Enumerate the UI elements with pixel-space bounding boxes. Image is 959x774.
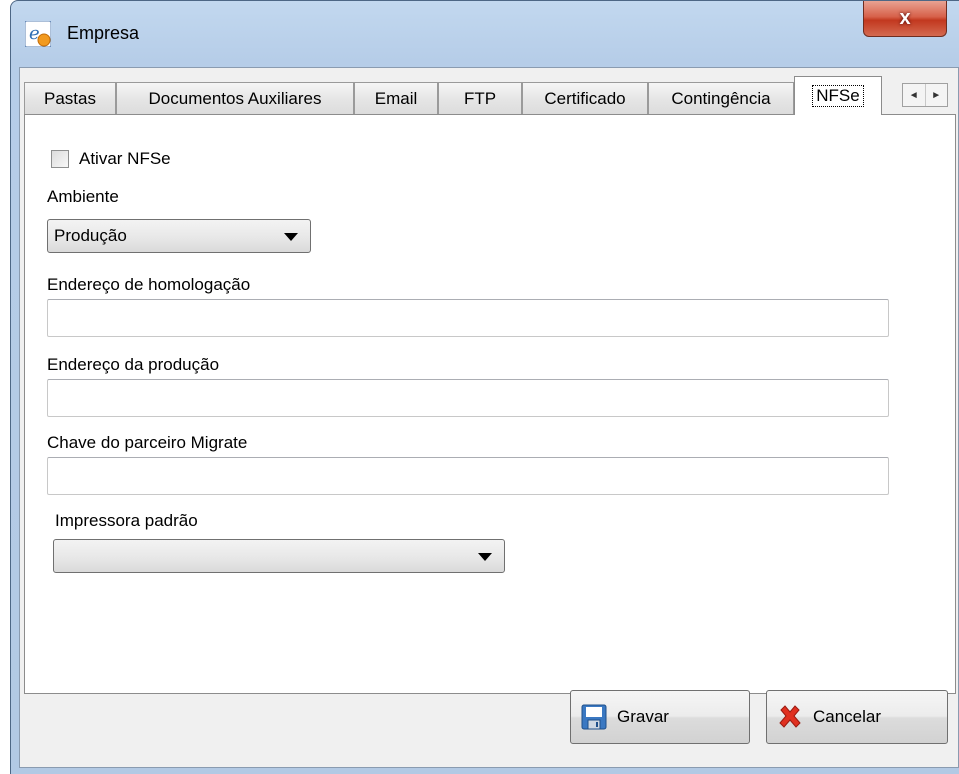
tab-scroll-right-icon[interactable]: ► xyxy=(926,84,948,106)
chevron-down-icon xyxy=(478,553,492,561)
impressora-label: Impressora padrão xyxy=(55,511,198,530)
chave-parceiro-input[interactable] xyxy=(47,457,889,495)
close-button[interactable]: x xyxy=(863,1,947,37)
app-logo-icon: e xyxy=(25,21,51,47)
tab-pastas[interactable]: Pastas xyxy=(24,82,116,114)
ativar-nfse-checkbox[interactable] xyxy=(51,150,69,168)
tab-email[interactable]: Email xyxy=(354,82,438,114)
tab-ftp[interactable]: FTP xyxy=(438,82,522,114)
save-button[interactable]: Gravar xyxy=(570,690,750,744)
ambiente-label: Ambiente xyxy=(47,187,119,206)
ativar-nfse-label: Ativar NFSe xyxy=(79,149,171,168)
cancel-button[interactable]: Cancelar xyxy=(766,690,948,744)
impressora-select[interactable] xyxy=(53,539,505,573)
tab-certificado[interactable]: Certificado xyxy=(522,82,648,114)
tab-scroll-buttons: ◄ ► xyxy=(902,83,948,107)
ativar-nfse-row[interactable]: Ativar NFSe xyxy=(51,149,171,169)
client-area: Pastas Documentos Auxiliares Email FTP C… xyxy=(19,67,959,768)
chave-parceiro-label: Chave do parceiro Migrate xyxy=(47,433,248,452)
cancel-button-label: Cancelar xyxy=(813,707,882,726)
nfse-panel: Ativar NFSe Ambiente Produção Endereço d… xyxy=(24,114,956,694)
tab-contingencia[interactable]: Contingência xyxy=(648,82,794,114)
dialog-window: e Empresa x Pastas Documentos Auxiliares… xyxy=(10,0,959,774)
producao-label: Endereço da produção xyxy=(47,355,220,374)
ambiente-value: Produção xyxy=(54,226,127,245)
tab-nfse[interactable]: NFSe xyxy=(794,76,882,115)
tab-strip: Pastas Documentos Auxiliares Email FTP C… xyxy=(24,74,958,115)
title-bar[interactable]: e Empresa x xyxy=(11,1,959,67)
homologacao-input[interactable] xyxy=(47,299,889,337)
chevron-down-icon xyxy=(284,233,298,241)
floppy-disk-icon xyxy=(581,704,607,730)
tab-scroll-left-icon[interactable]: ◄ xyxy=(903,84,926,106)
tab-nfse-label: NFSe xyxy=(812,85,864,107)
homologacao-label: Endereço de homologação xyxy=(47,275,251,294)
ambiente-select[interactable]: Produção xyxy=(47,219,311,253)
red-x-icon xyxy=(779,705,801,728)
producao-input[interactable] xyxy=(47,379,889,417)
save-button-label: Gravar xyxy=(617,707,669,726)
tab-documentos-auxiliares[interactable]: Documentos Auxiliares xyxy=(116,82,354,114)
window-title: Empresa xyxy=(67,23,140,43)
